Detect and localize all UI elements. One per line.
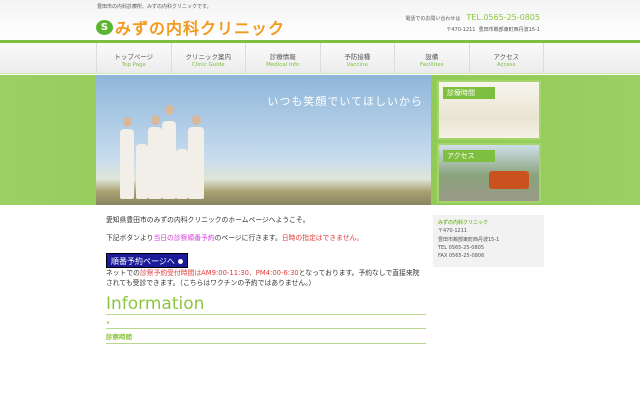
text: のページに行きます。 [214, 234, 282, 242]
family-figure [162, 121, 176, 199]
main-content: 愛知県豊田市のみずの内科クリニックのホームページへようこそ。 下記ボタンより当日… [106, 215, 426, 344]
clinic-postal: 〒470-1211 [438, 228, 468, 235]
tagline: 豊田市の内科診療所、みずの内科クリニックです。 [97, 4, 212, 10]
side-card-label: 診療時間 [443, 87, 495, 99]
clinic-fax: FAX 0565-25-0806 [438, 253, 485, 260]
nav-sublabel: Access [496, 62, 516, 68]
arrow-circle-icon [177, 259, 183, 264]
family-figure [188, 127, 204, 199]
bus-image [489, 171, 529, 189]
clinic-tel: TEL 0565-25-0805 [438, 244, 485, 251]
nav-vaccine[interactable]: 予防接種 Vaccine [321, 43, 395, 74]
nav-label: 設備 [425, 53, 439, 61]
reservation-intro: 下記ボタンより当日の診察順番予約のページに行きます。日時の指定はできません。 [106, 233, 426, 243]
information-heading: Information [106, 294, 426, 315]
button-label: 順番予約ページへ [111, 257, 175, 266]
nav-label: 診療情報 [269, 53, 296, 61]
clinic-name: みずの内科クリニック [438, 220, 489, 226]
info-bullet: • [106, 315, 426, 329]
family-head [151, 115, 160, 125]
side-card-label: アクセス [443, 150, 495, 162]
logo-text: みずの内科クリニック [115, 19, 286, 38]
consultation-hours-heading: 診察時間 [106, 332, 426, 344]
nav-top-page[interactable]: トップページ Top Page [96, 43, 172, 74]
nav-clinic-guide[interactable]: クリニック案内 Clinic Guide [172, 43, 246, 74]
family-head [192, 115, 201, 125]
nav-access[interactable]: アクセス Access [470, 43, 544, 74]
header-address: 豊田市鵜部東町西丹波15-1 [478, 27, 540, 33]
main-nav: トップページ Top Page クリニック案内 Clinic Guide 診療情報 M… [0, 43, 640, 74]
header-contact: 電話でのお問い合わせは TEL.0565-25-0805 〒470-1211 豊田… [405, 13, 540, 33]
header-postal: 〒470-1211 [446, 27, 476, 33]
hero-image: いつも笑顔でいてほしいから [96, 75, 431, 205]
family-head [123, 117, 132, 127]
family-head [165, 105, 174, 115]
family-figure [136, 144, 148, 199]
family-figure [176, 149, 188, 199]
header: 豊田市の内科診療所、みずの内科クリニックです。 S みずの内科クリニック 電話で… [0, 0, 640, 41]
family-figure [148, 127, 162, 199]
nav-sublabel: Facilities [419, 62, 444, 68]
side-card-hours[interactable]: 診療時間 [437, 80, 541, 140]
welcome-text: 愛知県豊田市のみずの内科クリニックのホームページへようこそ。 [106, 216, 310, 224]
contact-label: 電話でのお問い合わせは [405, 16, 461, 22]
warning-text: 日時の指定はできません。 [281, 234, 364, 242]
logo[interactable]: S みずの内科クリニック [96, 15, 285, 39]
family-figure [120, 129, 134, 199]
nav-sublabel: Medical Info [266, 62, 300, 68]
reserve-page-button[interactable]: 順番予約ページへ [106, 253, 188, 268]
hours-text: 診察予約受付時間はAM9:00-11:30、PM4:00-6:30 [139, 269, 299, 277]
hero-copy: いつも笑顔でいてほしいから [267, 95, 423, 108]
logo-icon: S [96, 19, 113, 35]
reservation-hours: ネットでの診察予約受付時間はAM9:00-11:30、PM4:00-6:30とな… [106, 268, 426, 288]
side-card-access[interactable]: アクセス [437, 143, 541, 203]
nav-label: トップページ [114, 53, 154, 61]
nav-facilities[interactable]: 設備 Facilities [395, 43, 470, 74]
nav-label: 予防接種 [344, 53, 371, 61]
text: 下記ボタンより [106, 234, 154, 242]
text: ネットでの [106, 269, 140, 277]
nav-sublabel: Vaccine [346, 62, 368, 68]
header-tel: TEL.0565-25-0805 [466, 13, 540, 22]
clinic-address: 豊田市鵜部東町西丹波15-1 [438, 236, 500, 243]
nav-medical-info[interactable]: 診療情報 Medical Info [246, 43, 321, 74]
nav-label: アクセス [493, 53, 520, 61]
nav-label: クリニック案内 [185, 53, 232, 61]
clinic-info-box: みずの内科クリニック 〒470-1211 豊田市鵜部東町西丹波15-1 TEL … [433, 215, 544, 267]
nav-sublabel: Clinic Guide [191, 62, 225, 68]
nav-sublabel: Top Page [121, 62, 146, 68]
highlight-text: 当日の診察順番予約 [153, 234, 215, 242]
